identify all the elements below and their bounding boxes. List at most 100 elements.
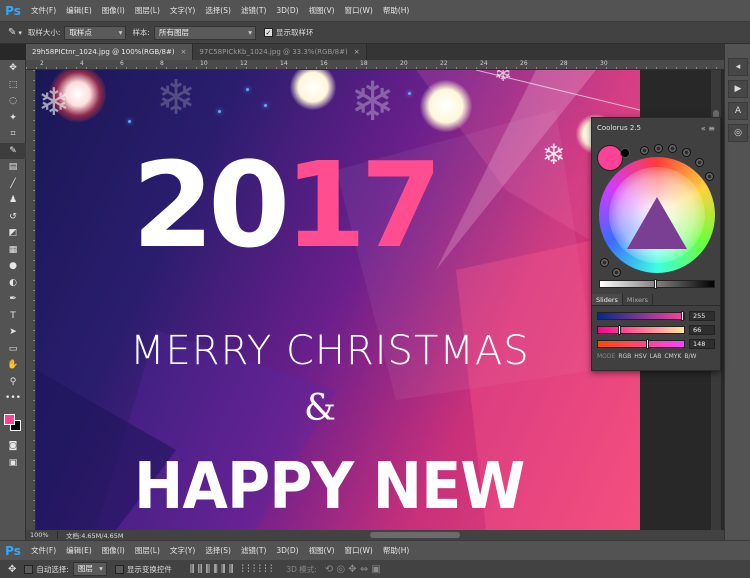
preset-knob-icon[interactable] bbox=[600, 258, 609, 267]
quick-select-tool-icon[interactable]: ✦ bbox=[0, 110, 26, 127]
current-color-swatch[interactable] bbox=[597, 145, 623, 171]
menu-help[interactable]: 帮助(H) bbox=[378, 545, 415, 556]
close-icon[interactable]: × bbox=[181, 48, 187, 56]
lasso-tool-icon[interactable]: ◌ bbox=[0, 93, 26, 110]
close-icon[interactable]: × bbox=[354, 48, 360, 56]
preset-knob-icon[interactable] bbox=[612, 268, 621, 277]
menu-edit[interactable]: 编辑(E) bbox=[61, 5, 97, 16]
slider-value[interactable]: 255 bbox=[689, 310, 715, 321]
slider-track[interactable] bbox=[597, 338, 685, 349]
healing-tool-icon[interactable]: ▤ bbox=[0, 159, 26, 176]
menu-file[interactable]: 文件(F) bbox=[26, 5, 61, 16]
menu-filter[interactable]: 滤镜(T) bbox=[236, 545, 271, 556]
show-transform-checkbox[interactable] bbox=[114, 564, 124, 574]
brush-tool-icon[interactable]: ╱ bbox=[0, 176, 26, 193]
menu-3d[interactable]: 3D(D) bbox=[271, 6, 303, 15]
type-tool-icon[interactable]: T bbox=[0, 308, 26, 325]
menu-image[interactable]: 图像(I) bbox=[97, 5, 130, 16]
foreground-color-swatch[interactable] bbox=[4, 414, 15, 425]
value-handle[interactable] bbox=[654, 279, 657, 289]
blur-tool-icon[interactable]: ● bbox=[0, 258, 26, 275]
slider-green[interactable]: 66 bbox=[597, 324, 717, 335]
document-canvas[interactable]: ❄ ❄ ❄ ❄ ❄ 2017 MERRY CHRISTMAS & HAPPY N… bbox=[36, 70, 640, 530]
screen-mode-icon[interactable]: ▣ bbox=[0, 455, 26, 472]
menu-view[interactable]: 视图(V) bbox=[304, 545, 340, 556]
gradient-tool-icon[interactable]: ▦ bbox=[0, 242, 26, 259]
slider-red[interactable]: 255 bbox=[597, 310, 717, 321]
move-tool-icon[interactable]: ✥ bbox=[0, 60, 26, 77]
preset-knob-icon[interactable] bbox=[682, 148, 691, 157]
hand-tool-icon[interactable]: ✋ bbox=[0, 357, 26, 374]
menu-edit[interactable]: 编辑(E) bbox=[61, 545, 97, 556]
tab-document-2[interactable]: 97C58PICkKb_1024.jpg @ 33.3%(RGB/8#) × bbox=[193, 44, 367, 60]
preset-knob-icon[interactable] bbox=[705, 172, 714, 181]
eyedropper-icon[interactable]: ✎ bbox=[8, 27, 16, 38]
preset-knob-icon[interactable] bbox=[668, 144, 677, 153]
slider-track[interactable] bbox=[597, 324, 685, 335]
color-wheel[interactable] bbox=[599, 157, 715, 273]
show-ring-checkbox[interactable]: ✓ bbox=[263, 28, 273, 37]
quick-mask-icon[interactable]: ◙ bbox=[0, 438, 26, 455]
menu-select[interactable]: 选择(S) bbox=[200, 5, 236, 16]
menu-type[interactable]: 文字(Y) bbox=[165, 5, 200, 16]
move-icon[interactable]: ✥ bbox=[8, 564, 16, 575]
marquee-tool-icon[interactable]: ⬚ bbox=[0, 77, 26, 94]
dropdown-arrow-icon[interactable]: ▾ bbox=[18, 29, 22, 37]
tab-mixers[interactable]: Mixers bbox=[623, 294, 654, 305]
menu-window[interactable]: 窗口(W) bbox=[340, 5, 378, 16]
collapse-icon[interactable]: ◂ bbox=[728, 58, 748, 76]
3d-tools-icon[interactable]: ⟲ ◎ ✥ ⇔ ▣ bbox=[325, 564, 381, 575]
menu-window[interactable]: 窗口(W) bbox=[340, 545, 378, 556]
mode-hsv[interactable]: HSV bbox=[634, 353, 646, 360]
sample-size-dropdown[interactable]: 取样点 bbox=[64, 25, 127, 40]
menu-select[interactable]: 选择(S) bbox=[200, 545, 236, 556]
slider-blue[interactable]: 148 bbox=[597, 338, 717, 349]
more-tools-icon[interactable]: ••• bbox=[0, 390, 26, 407]
slider-thumb[interactable] bbox=[645, 338, 649, 349]
pen-tool-icon[interactable]: ✒ bbox=[0, 291, 26, 308]
mode-bw[interactable]: B/W bbox=[684, 353, 696, 360]
panel-menu-icon[interactable]: « ≡ bbox=[701, 124, 715, 133]
shape-tool-icon[interactable]: ▭ bbox=[0, 341, 26, 358]
zoom-level[interactable]: 100% bbox=[26, 531, 58, 539]
menu-3d[interactable]: 3D(D) bbox=[271, 546, 303, 555]
mode-lab[interactable]: LAB bbox=[650, 353, 662, 360]
slider-thumb[interactable] bbox=[618, 324, 622, 335]
mode-cmyk[interactable]: CMYK bbox=[664, 353, 681, 360]
history-brush-tool-icon[interactable]: ↺ bbox=[0, 209, 26, 226]
doc-size[interactable]: 文档:4.65M/4.65M bbox=[58, 530, 124, 540]
paragraph-icon[interactable]: A bbox=[728, 102, 748, 120]
horizontal-scrollbar[interactable] bbox=[370, 530, 570, 540]
tab-sliders[interactable]: Sliders bbox=[592, 294, 623, 305]
menu-type[interactable]: 文字(Y) bbox=[165, 545, 200, 556]
clone-tool-icon[interactable]: ♟ bbox=[0, 192, 26, 209]
zoom-tool-icon[interactable]: ⚲ bbox=[0, 374, 26, 391]
sample-dropdown[interactable]: 所有图层 bbox=[153, 25, 256, 40]
slider-thumb[interactable] bbox=[681, 310, 685, 321]
auto-select-dropdown[interactable]: 图层 bbox=[72, 562, 107, 576]
slider-track[interactable] bbox=[597, 310, 685, 321]
menu-file[interactable]: 文件(F) bbox=[26, 545, 61, 556]
slider-value[interactable]: 66 bbox=[689, 324, 715, 335]
preset-knob-icon[interactable] bbox=[654, 144, 663, 153]
menu-filter[interactable]: 滤镜(T) bbox=[236, 5, 271, 16]
menu-layer[interactable]: 图层(L) bbox=[130, 5, 165, 16]
color-triangle[interactable] bbox=[627, 197, 687, 249]
menu-layer[interactable]: 图层(L) bbox=[130, 545, 165, 556]
tab-document-1[interactable]: 29h58PICtnr_1024.jpg @ 100%(RGB/8#) × bbox=[26, 44, 194, 60]
slider-value[interactable]: 148 bbox=[689, 338, 715, 349]
distribute-icon[interactable]: ⫶ ⫶ ⫶ ⫶ ⫶ ⫶ bbox=[241, 564, 272, 575]
preset-knob-icon[interactable] bbox=[640, 146, 649, 155]
play-icon[interactable]: ▶ bbox=[728, 80, 748, 98]
menu-image[interactable]: 图像(I) bbox=[97, 545, 130, 556]
menu-view[interactable]: 视图(V) bbox=[304, 5, 340, 16]
coolorus-icon[interactable]: ◎ bbox=[728, 124, 748, 142]
secondary-color-swatch[interactable] bbox=[620, 148, 630, 158]
menu-help[interactable]: 帮助(H) bbox=[378, 5, 415, 16]
auto-select-checkbox[interactable] bbox=[24, 564, 34, 574]
eyedropper-tool-icon[interactable]: ✎ bbox=[0, 142, 26, 159]
crop-tool-icon[interactable]: ⌗ bbox=[0, 126, 26, 143]
align-icon[interactable]: ⫼ ⫼ ⫼ ⫼ ⫼ ⫼ bbox=[190, 564, 234, 575]
dodge-tool-icon[interactable]: ◐ bbox=[0, 275, 26, 292]
mode-rgb[interactable]: RGB bbox=[618, 353, 631, 360]
